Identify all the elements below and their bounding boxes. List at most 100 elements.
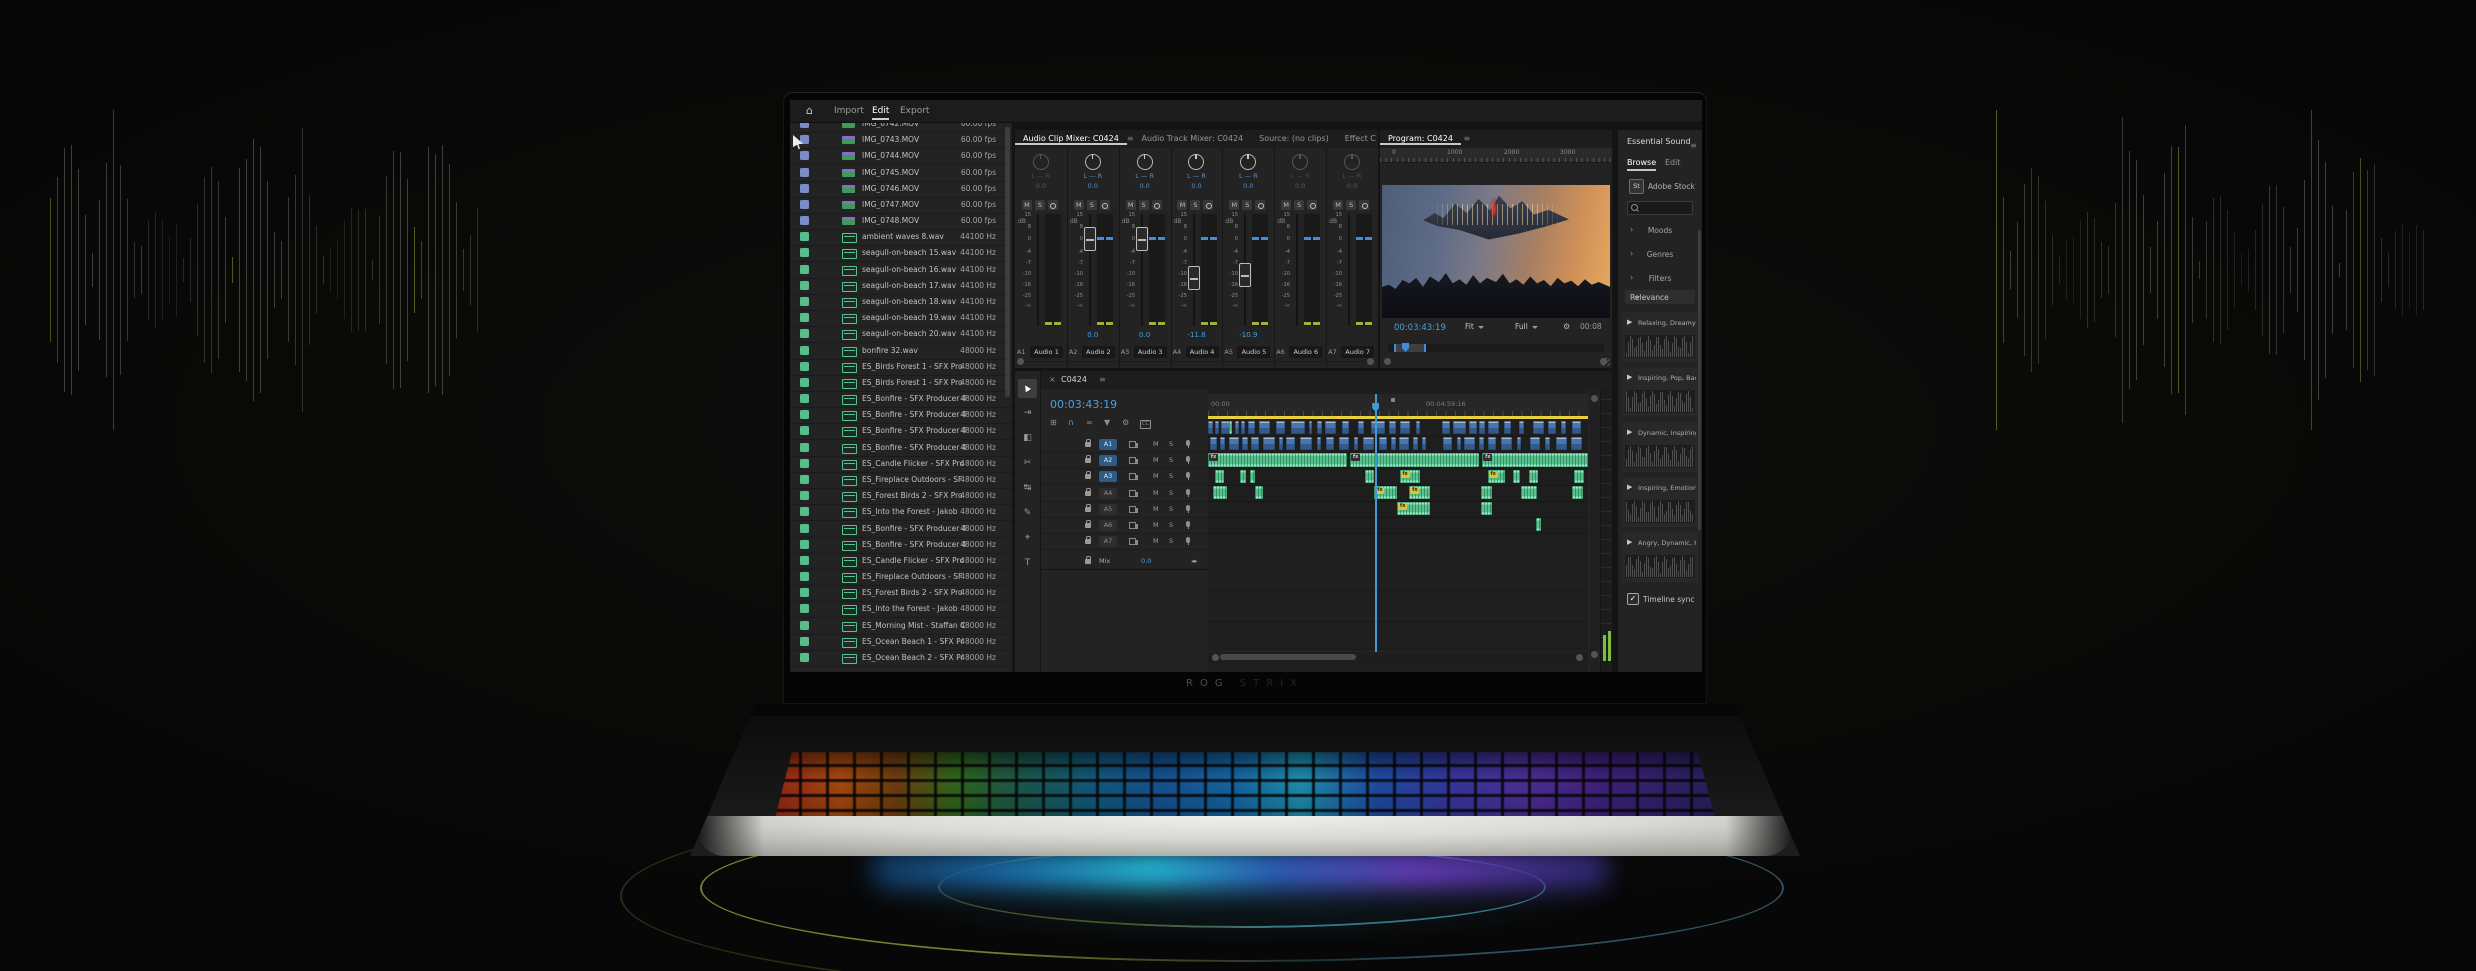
list-item[interactable]: ES_Ocean Beach 1 - SFX Pr48000 Hz bbox=[790, 634, 1012, 651]
timeline-hscroll-left-handle[interactable] bbox=[1212, 654, 1219, 661]
audio-clip[interactable] bbox=[1354, 437, 1359, 450]
audio-clip[interactable]: fx bbox=[1350, 453, 1479, 467]
audio-clip[interactable] bbox=[1530, 437, 1540, 450]
list-item[interactable]: ES_Bonfire - SFX Producer 448000 Hz bbox=[790, 391, 1012, 408]
list-item[interactable]: ES_Bonfire - SFX Producer 448000 Hz bbox=[790, 440, 1012, 457]
audio-clip[interactable] bbox=[1279, 437, 1284, 450]
audio-clip[interactable] bbox=[1481, 486, 1492, 499]
mute-button[interactable]: M bbox=[1074, 200, 1084, 210]
ripple-edit-tool[interactable]: ◧ bbox=[1018, 429, 1037, 448]
audio-clip[interactable] bbox=[1556, 437, 1567, 450]
mute-button[interactable]: M bbox=[1229, 200, 1239, 210]
audio-clip[interactable] bbox=[1504, 421, 1512, 434]
audio-clip[interactable] bbox=[1208, 421, 1213, 434]
es-scrollbar[interactable] bbox=[1698, 230, 1701, 530]
voiceover-mic-icon[interactable] bbox=[1186, 456, 1190, 462]
lock-icon[interactable] bbox=[1085, 523, 1091, 528]
solo-button[interactable]: S bbox=[1190, 200, 1200, 210]
mute-button[interactable]: M bbox=[1022, 200, 1032, 210]
track-solo-button[interactable]: S bbox=[1169, 456, 1173, 464]
fader-handle[interactable] bbox=[1136, 227, 1148, 251]
audio-clip[interactable] bbox=[1513, 470, 1520, 483]
list-item[interactable]: ES_Candle Flicker - SFX Pro48000 Hz bbox=[790, 456, 1012, 473]
search-input[interactable] bbox=[1627, 201, 1693, 215]
play-icon[interactable]: ▶ bbox=[1627, 318, 1632, 326]
solo-button[interactable]: S bbox=[1242, 200, 1252, 210]
keyframe-button[interactable] bbox=[1100, 200, 1110, 210]
timeline-vscroll-bottom-handle[interactable] bbox=[1591, 651, 1598, 658]
track-target-button[interactable]: A5 bbox=[1099, 504, 1117, 515]
tab-browse[interactable]: Browse bbox=[1627, 158, 1656, 171]
track-name-button[interactable]: Audio 3 bbox=[1134, 346, 1167, 358]
program-view-bar[interactable] bbox=[1394, 344, 1426, 352]
es-result-card[interactable]: ▶Dynamic, Inspiring bbox=[1622, 422, 1698, 472]
source-patch-icon[interactable] bbox=[1129, 538, 1136, 545]
sequence-marker[interactable] bbox=[1391, 398, 1395, 402]
pan-knob[interactable] bbox=[1188, 154, 1204, 170]
track-target-button[interactable]: A3 bbox=[1099, 471, 1117, 482]
audio-clip[interactable]: fx bbox=[1400, 470, 1421, 483]
slip-tool[interactable]: ↹ bbox=[1018, 479, 1037, 498]
track-name-button[interactable]: Audio 4 bbox=[1186, 346, 1219, 358]
list-item[interactable]: IMG_0745.MOV60.00 fps bbox=[790, 165, 1012, 182]
lock-icon[interactable] bbox=[1085, 458, 1091, 463]
audio-clip[interactable] bbox=[1545, 437, 1550, 450]
mute-button[interactable]: M bbox=[1177, 200, 1187, 210]
solo-button[interactable]: S bbox=[1294, 200, 1304, 210]
audio-clip[interactable] bbox=[1469, 421, 1477, 434]
audio-clip[interactable] bbox=[1574, 470, 1584, 483]
audio-clip[interactable] bbox=[1464, 437, 1475, 450]
list-item[interactable]: ES_Ocean Beach 2 - SFX Pr48000 Hz bbox=[790, 650, 1012, 667]
list-item[interactable]: seagull-on-beach 17.wav44100 Hz bbox=[790, 278, 1012, 295]
voiceover-mic-icon[interactable] bbox=[1186, 537, 1190, 543]
keyframe-button[interactable] bbox=[1203, 200, 1213, 210]
audio-clip[interactable] bbox=[1325, 421, 1336, 434]
list-item[interactable]: ES_Forest Birds 2 - SFX Pro48000 Hz bbox=[790, 488, 1012, 505]
list-item[interactable]: IMG_0746.MOV60.00 fps bbox=[790, 181, 1012, 198]
voiceover-mic-icon[interactable] bbox=[1186, 505, 1190, 511]
tab-source-no-clips-[interactable]: Source: (no clips) bbox=[1251, 130, 1337, 143]
tab-edit[interactable]: Edit bbox=[1665, 158, 1681, 167]
audio-clip[interactable] bbox=[1457, 437, 1462, 450]
audio-clip[interactable] bbox=[1536, 518, 1541, 531]
solo-button[interactable]: S bbox=[1087, 200, 1097, 210]
list-item[interactable]: ES_Morning Mist - Staffan C48000 Hz bbox=[790, 618, 1012, 635]
audio-clip[interactable] bbox=[1291, 421, 1305, 434]
program-mini-timeline[interactable] bbox=[1388, 344, 1604, 352]
list-item[interactable]: IMG_0748.MOV60.00 fps bbox=[790, 213, 1012, 230]
audio-clip[interactable] bbox=[1358, 421, 1363, 434]
audio-clip[interactable] bbox=[1229, 437, 1239, 450]
captions-icon[interactable]: CC bbox=[1140, 418, 1151, 429]
timeline-hscroll-thumb[interactable] bbox=[1220, 654, 1356, 660]
playback-quality-dropdown[interactable]: Full bbox=[1515, 322, 1538, 331]
fader-handle[interactable] bbox=[1188, 266, 1200, 290]
play-icon[interactable]: ▶ bbox=[1627, 483, 1632, 491]
pan-knob[interactable] bbox=[1033, 154, 1049, 170]
es-section-moods[interactable]: ›Moods bbox=[1622, 222, 1698, 238]
audio-clip[interactable] bbox=[1213, 486, 1227, 499]
timeline-timecode[interactable]: 00:03:43:19 bbox=[1050, 398, 1117, 411]
close-icon[interactable]: × bbox=[1049, 375, 1056, 384]
timeline-vscroll[interactable] bbox=[1590, 389, 1599, 672]
menu-export[interactable]: Export bbox=[900, 106, 929, 116]
nest-icon[interactable]: ⊞ bbox=[1050, 418, 1057, 427]
voiceover-mic-icon[interactable] bbox=[1186, 440, 1190, 446]
track-mute-button[interactable]: M bbox=[1153, 489, 1159, 497]
audio-clip[interactable] bbox=[1326, 437, 1334, 450]
audio-clip[interactable] bbox=[1309, 421, 1312, 434]
audio-clip[interactable] bbox=[1529, 470, 1537, 483]
track-solo-button[interactable]: S bbox=[1169, 521, 1173, 529]
mute-button[interactable]: M bbox=[1281, 200, 1291, 210]
panel-menu-icon[interactable]: ≡ bbox=[1099, 375, 1106, 384]
audio-clip[interactable] bbox=[1215, 421, 1218, 434]
audio-clip[interactable] bbox=[1521, 486, 1537, 499]
audio-clip[interactable] bbox=[1251, 437, 1259, 450]
audio-clip[interactable] bbox=[1561, 421, 1566, 434]
fader-track[interactable] bbox=[1037, 214, 1039, 326]
keyframe-button[interactable] bbox=[1152, 200, 1162, 210]
audio-clip[interactable] bbox=[1286, 437, 1295, 450]
audio-clip[interactable] bbox=[1519, 421, 1524, 434]
voiceover-mic-icon[interactable] bbox=[1186, 489, 1190, 495]
audio-clip[interactable] bbox=[1416, 421, 1419, 434]
pen-tool[interactable]: ✎ bbox=[1018, 504, 1037, 523]
